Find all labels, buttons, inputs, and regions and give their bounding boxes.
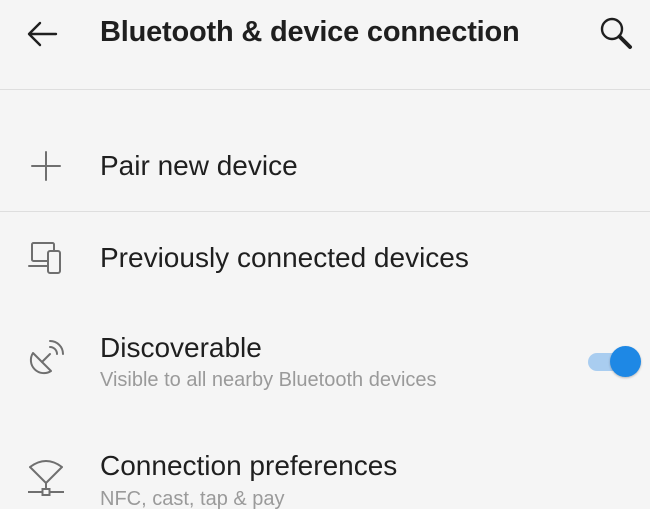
- previously-connected-devices-item[interactable]: Previously connected devices: [0, 215, 650, 305]
- satellite-dish-icon: [24, 336, 68, 380]
- discoverable-label: Discoverable: [100, 332, 262, 363]
- connection-preferences-sublabel: NFC, cast, tap & pay: [100, 488, 285, 509]
- arrow-left-icon: [24, 16, 60, 57]
- divider: [0, 211, 650, 212]
- app-bar: Bluetooth & device connection: [0, 0, 650, 90]
- bluetooth-settings-screen: Bluetooth & device connection Pair new d…: [0, 0, 650, 509]
- connection-preferences-label: Connection preferences: [100, 450, 398, 481]
- devices-icon: [24, 235, 68, 279]
- discoverable-item[interactable]: Discoverable Visible to all nearby Bluet…: [0, 320, 650, 410]
- pair-new-device-item[interactable]: Pair new device: [0, 120, 650, 212]
- discoverable-toggle[interactable]: [586, 346, 642, 377]
- toggle-thumb: [610, 346, 641, 377]
- page-title: Bluetooth & device connection: [100, 16, 520, 48]
- discoverable-sublabel: Visible to all nearby Bluetooth devices: [100, 369, 437, 391]
- connection-icon: [24, 456, 68, 500]
- search-button[interactable]: [592, 12, 640, 60]
- search-icon: [596, 14, 636, 59]
- back-button[interactable]: [20, 14, 64, 58]
- connection-preferences-item[interactable]: Connection preferences NFC, cast, tap & …: [0, 440, 650, 509]
- pair-new-device-label: Pair new device: [100, 150, 298, 181]
- previously-connected-devices-label: Previously connected devices: [100, 242, 469, 273]
- plus-icon: [24, 144, 68, 188]
